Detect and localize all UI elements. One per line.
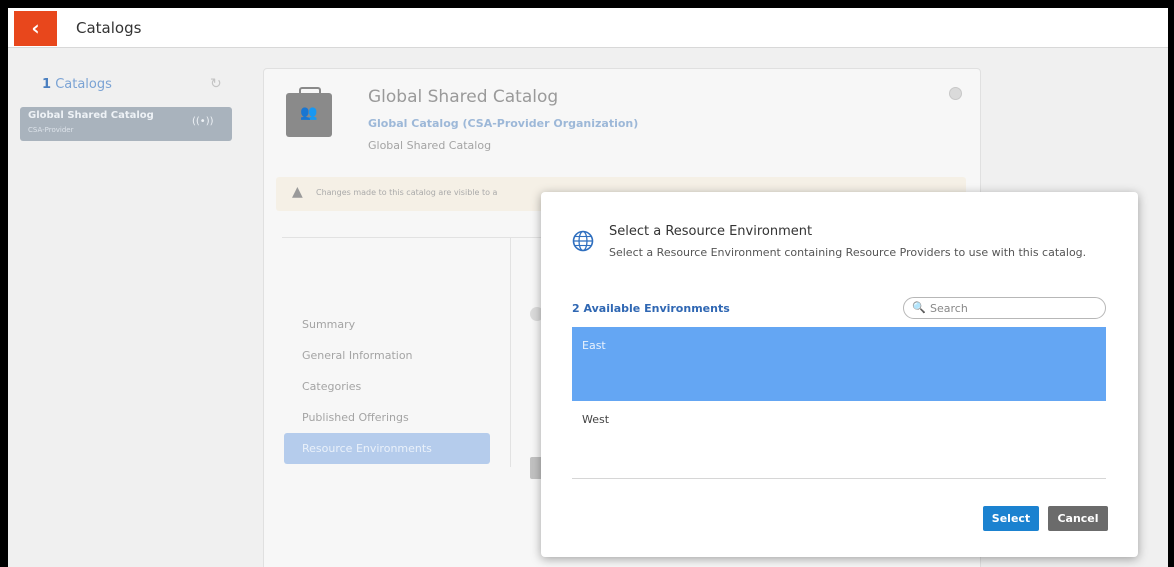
search-input[interactable] (930, 300, 1100, 316)
search-icon: 🔍 (912, 301, 926, 314)
divider (510, 237, 511, 467)
select-environment-dialog: Select a Resource Environment Select a R… (541, 192, 1138, 557)
broadcast-icon: ((•)) (192, 116, 214, 127)
dialog-title: Select a Resource Environment (609, 224, 813, 239)
select-button[interactable]: Select (983, 506, 1039, 531)
nav-item-general-information[interactable]: General Information (284, 340, 490, 371)
catalog-list-item[interactable]: Global Shared Catalog CSA-Provider ((•)) (20, 107, 232, 141)
catalog-list-panel: 1 Catalogs ↻ Global Shared Catalog CSA-P… (20, 73, 232, 141)
catalog-nav: Summary General Information Categories P… (284, 309, 490, 464)
search-field[interactable]: 🔍 (903, 297, 1106, 319)
catalog-briefcase-icon: 👥 (286, 87, 332, 137)
warning-icon: ▲ (292, 184, 303, 200)
app-frame: ‹ Catalogs 1 Catalogs ↻ Global Shared Ca… (8, 8, 1168, 567)
back-button[interactable]: ‹ (14, 11, 57, 46)
help-icon[interactable] (949, 87, 962, 100)
environment-name: West (582, 413, 610, 426)
catalog-title: Global Shared Catalog (368, 87, 559, 107)
catalog-organization-link[interactable]: Global Catalog (CSA-Provider Organizatio… (368, 117, 638, 130)
environment-name: East (582, 339, 606, 352)
catalog-count: 1 Catalogs (42, 77, 112, 92)
globe-icon (572, 230, 594, 252)
nav-item-categories[interactable]: Categories (284, 371, 490, 402)
catalog-item-name: Global Shared Catalog (28, 110, 154, 121)
chevron-left-icon: ‹ (31, 16, 40, 40)
environment-row-west[interactable]: West (572, 401, 1106, 475)
available-environments-count: 2 Available Environments (572, 302, 730, 315)
cancel-button[interactable]: Cancel (1048, 506, 1108, 531)
nav-item-resource-environments[interactable]: Resource Environments (284, 433, 490, 464)
nav-item-summary[interactable]: Summary (284, 309, 490, 340)
environment-row-east[interactable]: East (572, 327, 1106, 401)
dialog-description: Select a Resource Environment containing… (609, 246, 1087, 259)
nav-item-published-offerings[interactable]: Published Offerings (284, 402, 490, 433)
environment-list: East West (572, 327, 1106, 475)
refresh-icon[interactable]: ↻ (210, 76, 222, 92)
divider (572, 478, 1106, 479)
warning-text: Changes made to this catalog are visible… (316, 188, 498, 197)
catalog-subtitle: Global Shared Catalog (368, 139, 492, 152)
top-bar: ‹ Catalogs (8, 8, 1168, 48)
catalog-item-organization: CSA-Provider (28, 126, 74, 134)
catalog-list-header: 1 Catalogs ↻ (20, 73, 232, 99)
people-icon: 👥 (300, 105, 318, 121)
page-title: Catalogs (76, 19, 142, 37)
